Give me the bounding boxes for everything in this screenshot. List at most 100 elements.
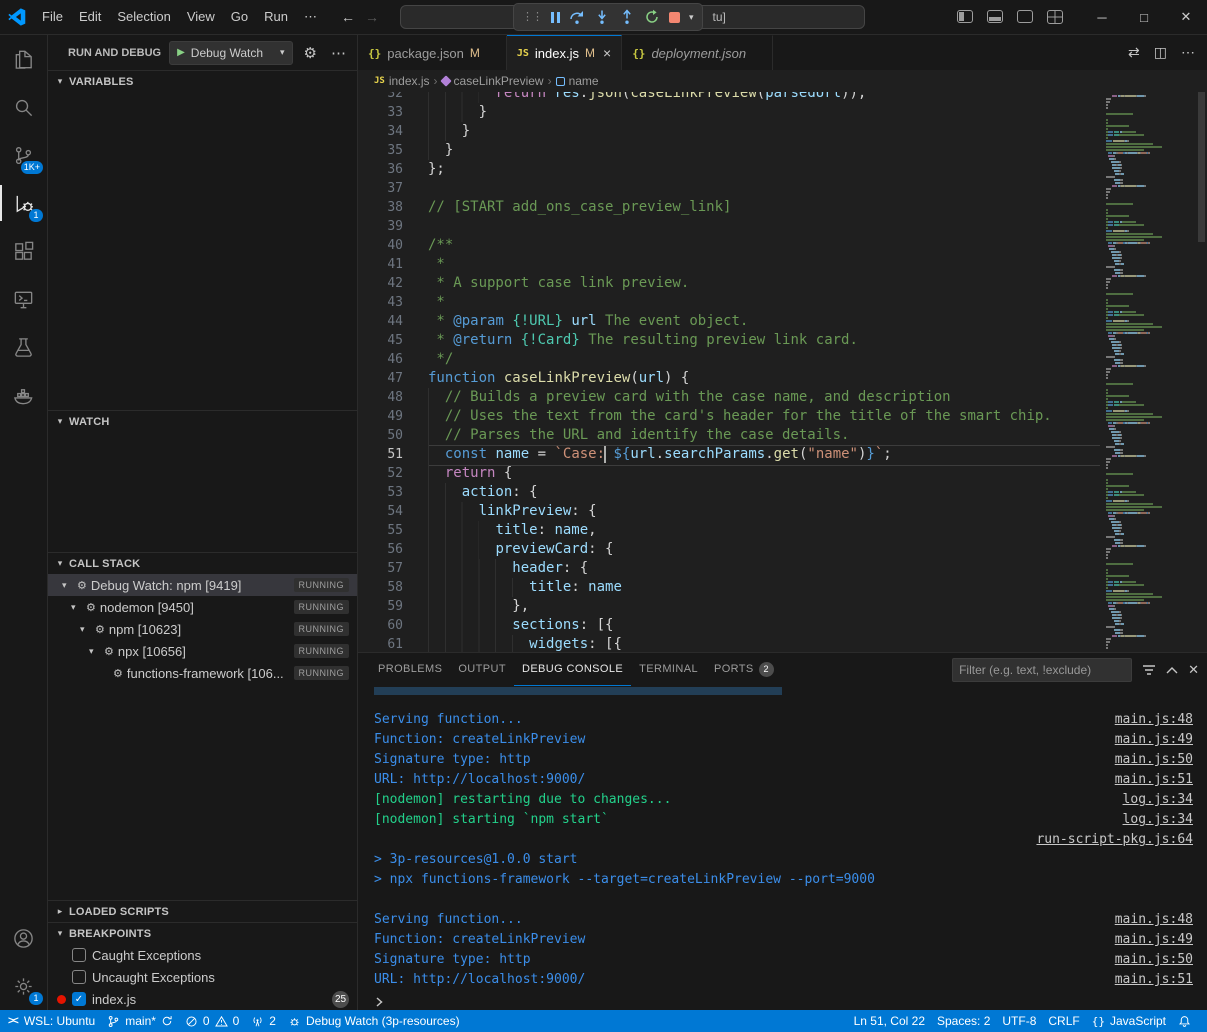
console-source-link[interactable]: main.js:49: [1115, 930, 1193, 950]
docker-icon[interactable]: [0, 371, 47, 419]
breakpoint-row[interactable]: Uncaught Exceptions: [48, 966, 357, 988]
code-line-35[interactable]: 35 }: [358, 141, 1100, 160]
breakpoint-checkbox[interactable]: [72, 970, 86, 984]
debug-status[interactable]: Debug Watch (3p-resources): [282, 1010, 466, 1032]
more-actions-icon[interactable]: ⋯: [328, 44, 349, 62]
minimize-button[interactable]: ─: [1081, 0, 1123, 35]
code-line-59[interactable]: 59 },: [358, 597, 1100, 616]
eol-sequence[interactable]: CRLF: [1042, 1010, 1085, 1032]
code-line-39[interactable]: 39: [358, 217, 1100, 236]
code-line-51[interactable]: 51 const name = `Case: ${url.searchParam…: [358, 445, 1100, 464]
panel-tab-debug-console[interactable]: DEBUG CONSOLE: [514, 653, 631, 686]
settings-gear-icon[interactable]: 1: [0, 962, 47, 1010]
branch-indicator[interactable]: main*: [101, 1010, 179, 1032]
code-line-38[interactable]: 38// [START add_ons_case_preview_link]: [358, 198, 1100, 217]
code-line-45[interactable]: 45 * @return {!Card} The resulting previ…: [358, 331, 1100, 350]
tab-package-json[interactable]: {}package.jsonM: [358, 35, 507, 70]
console-source-link[interactable]: main.js:48: [1115, 910, 1193, 930]
section-call-stack[interactable]: ▾ CALL STACK: [48, 552, 357, 574]
breadcrumb-item-caseLinkPreview[interactable]: caseLinkPreview: [442, 74, 544, 88]
console-source-link[interactable]: main.js:50: [1115, 750, 1193, 770]
console-source-link[interactable]: main.js:51: [1115, 970, 1193, 990]
panel-tab-terminal[interactable]: TERMINAL: [631, 653, 706, 686]
start-debug-icon[interactable]: ▶: [177, 47, 185, 58]
accounts-icon[interactable]: [0, 914, 47, 962]
call-stack-session[interactable]: ⚙functions-framework [106...RUNNING: [48, 662, 357, 684]
scrollbar-thumb[interactable]: [1198, 92, 1205, 242]
step-into-button[interactable]: [594, 9, 610, 25]
ports-indicator[interactable]: 2: [245, 1010, 282, 1032]
back-arrow-icon[interactable]: ←: [341, 9, 355, 25]
run-and-debug-icon[interactable]: 1: [0, 179, 47, 227]
panel-tab-ports[interactable]: PORTS2: [706, 653, 782, 686]
code-line-52[interactable]: 52 return {: [358, 464, 1100, 483]
maximize-panel-icon[interactable]: [1166, 666, 1178, 674]
breakpoint-checkbox[interactable]: ✓: [72, 992, 86, 1006]
section-watch[interactable]: ▾ WATCH: [48, 410, 357, 432]
call-stack-session[interactable]: ▾⚙nodemon [9450]RUNNING: [48, 596, 357, 618]
menu-view[interactable]: View: [179, 6, 223, 28]
maximize-button[interactable]: □: [1123, 0, 1165, 35]
code-line-47[interactable]: 47function caseLinkPreview(url) {: [358, 369, 1100, 388]
code-line-40[interactable]: 40/**: [358, 236, 1100, 255]
code-line-58[interactable]: 58 title: name: [358, 578, 1100, 597]
code-line-56[interactable]: 56 previewCard: {: [358, 540, 1100, 559]
code-line-48[interactable]: 48 // Builds a preview card with the cas…: [358, 388, 1100, 407]
menu-[interactable]: ⋯: [296, 6, 325, 28]
minimap[interactable]: [1100, 92, 1196, 652]
pause-button[interactable]: [551, 12, 560, 23]
console-source-link[interactable]: main.js:51: [1115, 770, 1193, 790]
remote-indicator[interactable]: >< WSL: Ubuntu: [0, 1010, 101, 1032]
tab-index-js[interactable]: JSindex.jsM×: [507, 35, 622, 70]
toggle-panel-icon[interactable]: [987, 10, 1003, 23]
code-line-50[interactable]: 50 // Parses the URL and identify the ca…: [358, 426, 1100, 445]
code-line-32[interactable]: 32 return res.json(caseLinkPreview(parse…: [358, 92, 1100, 103]
problems-indicator[interactable]: 0 0: [179, 1010, 245, 1032]
code-line-37[interactable]: 37: [358, 179, 1100, 198]
breakpoint-row[interactable]: ✓index.js25: [48, 988, 357, 1010]
restart-button[interactable]: [644, 9, 660, 25]
stop-button[interactable]: [669, 12, 680, 23]
close-button[interactable]: ✕: [1165, 0, 1207, 35]
remote-explorer-icon[interactable]: [0, 275, 47, 323]
code-line-54[interactable]: 54 linkPreview: {: [358, 502, 1100, 521]
breadcrumb-item-name[interactable]: name: [556, 74, 599, 88]
debug-toolbar-dropdown-icon[interactable]: ▾: [689, 12, 694, 23]
tab-deployment-json[interactable]: {}deployment.json: [622, 35, 773, 70]
menu-go[interactable]: Go: [223, 6, 256, 28]
language-mode[interactable]: {} JavaScript: [1086, 1010, 1172, 1032]
code-line-43[interactable]: 43 *: [358, 293, 1100, 312]
code-editor[interactable]: 32 return res.json(caseLinkPreview(parse…: [358, 92, 1207, 652]
console-source-link[interactable]: run-script-pkg.js:64: [1036, 830, 1193, 850]
code-line-44[interactable]: 44 * @param {!URL} url The event object.: [358, 312, 1100, 331]
panel-tab-output[interactable]: OUTPUT: [450, 653, 514, 686]
debug-console-input[interactable]: [374, 992, 1193, 1010]
code-line-41[interactable]: 41 *: [358, 255, 1100, 274]
drag-grip-icon[interactable]: ⋮⋮: [522, 12, 542, 22]
code-line-49[interactable]: 49 // Uses the text from the card's head…: [358, 407, 1100, 426]
code-line-57[interactable]: 57 header: {: [358, 559, 1100, 578]
command-center[interactable]: ⋮⋮: [400, 5, 865, 29]
console-source-link[interactable]: main.js:49: [1115, 730, 1193, 750]
code-line-42[interactable]: 42 * A support case link preview.: [358, 274, 1100, 293]
console-source-link[interactable]: log.js:34: [1123, 790, 1193, 810]
step-out-button[interactable]: [619, 9, 635, 25]
code-line-60[interactable]: 60 sections: [{: [358, 616, 1100, 635]
console-filter-input[interactable]: [952, 658, 1132, 682]
breakpoint-row[interactable]: Caught Exceptions: [48, 944, 357, 966]
breakpoint-checkbox[interactable]: [72, 948, 86, 962]
customize-layout-icon[interactable]: [1047, 10, 1063, 24]
split-editor-icon[interactable]: ◫: [1154, 44, 1167, 61]
code-line-61[interactable]: 61 widgets: [{: [358, 635, 1100, 652]
code-area[interactable]: 32 return res.json(caseLinkPreview(parse…: [358, 92, 1100, 652]
breadcrumb-item-index-js[interactable]: JSindex.js: [374, 74, 430, 88]
toggle-secondary-sidebar-icon[interactable]: [1017, 10, 1033, 23]
section-breakpoints[interactable]: ▾ BREAKPOINTS: [48, 922, 357, 944]
encoding[interactable]: UTF-8: [996, 1010, 1042, 1032]
menu-edit[interactable]: Edit: [71, 6, 109, 28]
editor-scrollbar[interactable]: [1196, 92, 1207, 652]
filter-icon[interactable]: [1142, 664, 1156, 676]
more-actions-icon[interactable]: ⋯: [1181, 44, 1195, 61]
console-source-link[interactable]: main.js:50: [1115, 950, 1193, 970]
testing-beaker-icon[interactable]: [0, 323, 47, 371]
